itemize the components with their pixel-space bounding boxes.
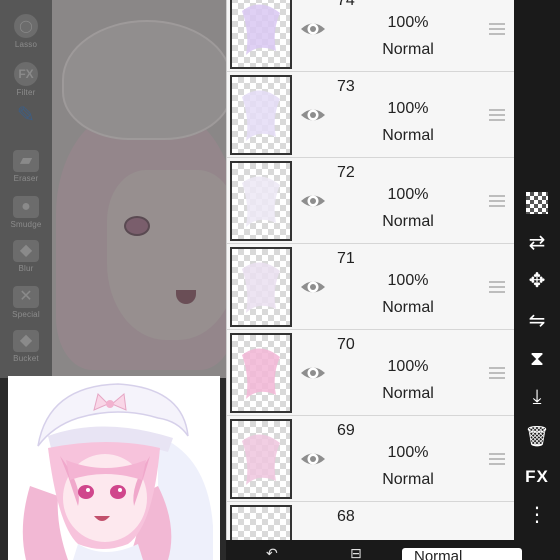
transparency-checker-button[interactable] (522, 188, 552, 218)
eraser-tool[interactable]: ▰ Eraser (6, 150, 46, 183)
eraser-icon: ▰ (13, 150, 39, 172)
layer-row[interactable]: 70 100% Normal (227, 330, 514, 416)
layer-blend-mode: Normal (382, 385, 434, 402)
layer-number: 71 (337, 250, 355, 267)
layer-blend-mode: Normal (382, 471, 434, 488)
layer-thumbnail[interactable] (230, 333, 292, 413)
lasso-icon: ◯ (14, 14, 38, 38)
preview-illustration-icon (8, 376, 220, 560)
tool-label: Special (12, 310, 40, 319)
download-button[interactable]: ⤓ (522, 382, 552, 412)
tool-label: Eraser (13, 174, 39, 183)
drag-handle-icon[interactable] (489, 453, 505, 465)
move-button[interactable]: ✥ (522, 266, 552, 296)
special-tool[interactable]: ✕ Special (6, 286, 46, 319)
delete-layer-button[interactable]: 🗑 (522, 422, 552, 452)
tool-strip: ◯ Lasso FX Filter ✎ ▰ Eraser ● Smudge ◆ Blur ✕ Speci… (0, 0, 52, 378)
artwork-face-shape (107, 170, 226, 340)
layer-blend-mode: Normal (382, 213, 434, 230)
reference-preview[interactable] (8, 376, 220, 560)
blend-mode-select[interactable]: Normal (402, 548, 522, 560)
flip-layer-button[interactable]: ⇄ (522, 228, 552, 258)
layer-row[interactable]: 72 100% Normal (227, 158, 514, 244)
layer-thumbnail[interactable] (230, 247, 292, 327)
visibility-eye-icon[interactable] (300, 274, 326, 300)
canvas-artwork[interactable] (52, 0, 226, 378)
layer-thumbnail[interactable] (230, 75, 292, 155)
layer-number: 68 (337, 508, 355, 525)
layer-blend-mode: Normal (382, 299, 434, 316)
visibility-eye-icon[interactable] (300, 188, 326, 214)
layer-toolbar: ⇄ ✥ ⇋ ⧗ ⤓ 🗑 FX ⋮ (514, 0, 560, 560)
merge-down-button[interactable]: ⧗ (522, 344, 552, 374)
layer-thumbnail[interactable] (230, 419, 292, 499)
visibility-eye-icon[interactable] (300, 16, 326, 42)
undo-icon[interactable]: ↶ (266, 546, 278, 560)
special-icon: ✕ (13, 286, 39, 308)
fx-icon: FX (14, 62, 38, 86)
layer-clip-icon[interactable]: ⊟ (350, 546, 362, 560)
artwork-hat-shape (62, 20, 226, 140)
layer-row[interactable]: 74 100% Normal (227, 0, 514, 72)
layer-number: 69 (337, 422, 355, 439)
layer-blend-mode: Normal (382, 41, 434, 58)
bucket-icon: ◆ (13, 330, 39, 352)
visibility-eye-icon[interactable] (300, 446, 326, 472)
droplet-icon: ◆ (13, 240, 39, 262)
lasso-tool[interactable]: ◯ Lasso (6, 14, 46, 49)
layer-opacity: 100% (387, 186, 429, 203)
blur-tool[interactable]: ◆ Blur (6, 240, 46, 273)
layer-panel[interactable]: 74 100% Normal 73 100% Normal 72 100% Normal 71 10… (226, 0, 514, 560)
tool-label: Bucket (13, 354, 39, 363)
artwork-eye-shape (124, 216, 150, 236)
layer-thumbnail[interactable] (230, 161, 292, 241)
filter-tool[interactable]: FX Filter (6, 62, 46, 97)
layer-number: 73 (337, 78, 355, 95)
drag-handle-icon[interactable] (489, 109, 505, 121)
layer-opacity: 100% (387, 14, 429, 31)
drag-handle-icon[interactable] (489, 281, 505, 293)
bucket-tool[interactable]: ◆ Bucket (6, 330, 46, 363)
layer-fx-button[interactable]: FX (522, 462, 552, 492)
smudge-icon: ● (13, 196, 39, 218)
checkerboard-icon (526, 192, 548, 214)
bottom-bar: ↶ ⊟ Normal (226, 540, 560, 560)
brush-tool[interactable]: ✎ (6, 104, 46, 126)
layer-opacity: 100% (387, 444, 429, 461)
rotate-flip-button[interactable]: ⇋ (522, 306, 552, 336)
smudge-tool[interactable]: ● Smudge (6, 196, 46, 229)
visibility-eye-icon[interactable] (300, 360, 326, 386)
drag-handle-icon[interactable] (489, 367, 505, 379)
layer-opacity: 100% (387, 100, 429, 117)
tool-label: Filter (16, 88, 36, 97)
more-options-button[interactable]: ⋮ (522, 500, 552, 530)
layer-opacity: 100% (387, 358, 429, 375)
layer-number: 70 (337, 336, 355, 353)
layer-row[interactable]: 69 100% Normal (227, 416, 514, 502)
drag-handle-icon[interactable] (489, 195, 505, 207)
layer-thumbnail[interactable] (230, 0, 292, 69)
tool-label: Smudge (10, 220, 42, 229)
tool-label: Blur (18, 264, 34, 273)
layer-number: 74 (337, 0, 355, 9)
layer-row[interactable]: 71 100% Normal (227, 244, 514, 330)
tool-label: Lasso (14, 40, 38, 49)
brush-icon: ✎ (16, 102, 36, 127)
layer-row[interactable]: 73 100% Normal (227, 72, 514, 158)
visibility-eye-icon[interactable] (300, 102, 326, 128)
layer-blend-mode: Normal (382, 127, 434, 144)
drag-handle-icon[interactable] (489, 23, 505, 35)
layer-number: 72 (337, 164, 355, 181)
layer-opacity: 100% (387, 272, 429, 289)
